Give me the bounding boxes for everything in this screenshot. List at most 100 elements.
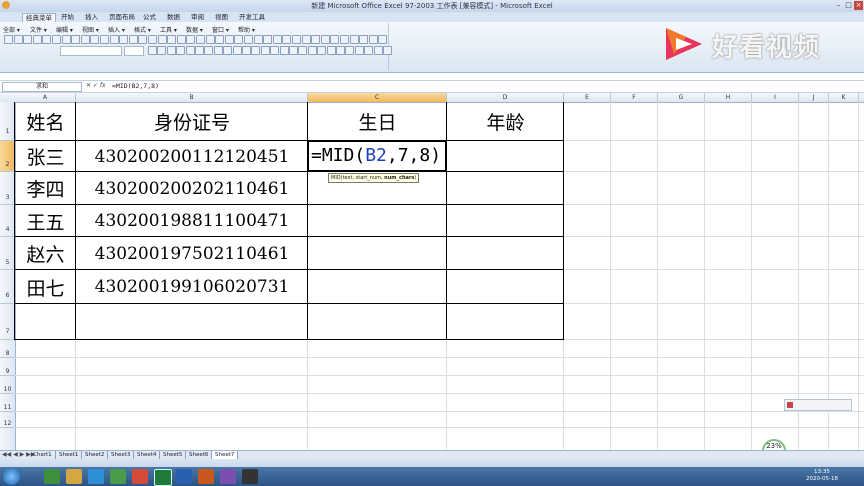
toolbar-button-icon[interactable] [260,46,270,55]
worksheet-grid[interactable]: 姓名 身份证号 生日 年龄 张三 430200200112120451 李四 43020020… [14,102,864,450]
cancel-icon[interactable]: ✕ [86,82,91,89]
taskbar-app3-icon[interactable] [132,469,148,484]
toolbar-button-icon[interactable] [166,46,176,55]
column-header-e[interactable]: E [564,93,611,102]
font-name-select[interactable] [60,46,122,56]
formula-input[interactable]: =MID(B2,7,8) [112,82,159,91]
row-header-1[interactable]: 1 [0,102,15,141]
toolbar-button-icon[interactable] [71,35,81,44]
toolbar-button-icon[interactable] [378,35,388,44]
toolbar-button-icon[interactable] [289,46,298,55]
name-cell[interactable]: 张三 [15,141,76,172]
row-header-2[interactable]: 2 [0,141,15,172]
sheet-tab-sheet3[interactable]: Sheet3 [108,451,135,459]
toolbar-button-icon[interactable] [373,46,383,55]
toolbar-button-icon[interactable] [317,46,327,55]
name-cell[interactable]: 田七 [15,270,76,304]
toolbar-button-icon[interactable] [326,46,336,55]
row-header-4[interactable]: 4 [0,205,15,237]
toolbar-button-icon[interactable] [204,46,214,55]
active-cell-editor[interactable]: =MID(B2,7,8) [307,140,447,172]
toolbar-button-icon[interactable] [195,46,204,55]
enter-icon[interactable]: ✓ [93,82,98,89]
toolbar-button-icon[interactable] [148,35,157,44]
toolbar-button-icon[interactable] [13,35,23,44]
toolbar-button-icon[interactable] [336,46,345,55]
toolbar-button-icon[interactable] [298,46,308,55]
menu-format[interactable]: 格式 ▾ [134,25,151,34]
menu-file[interactable]: 文件 ▾ [30,25,47,34]
taskbar-excel-icon[interactable] [154,469,172,486]
name-cell[interactable]: 王五 [15,205,76,237]
toolbar-button-icon[interactable] [148,46,157,55]
tab-data[interactable]: 数据 [164,13,183,22]
row-header-5[interactable]: 5 [0,237,15,270]
toolbar-button-icon[interactable] [109,35,119,44]
id-number-cell[interactable]: 430200199106020731 [76,270,308,304]
toolbar-button-icon[interactable] [272,35,282,44]
toolbar-button-icon[interactable] [368,35,378,44]
toolbar-button-icon[interactable] [244,35,253,44]
sheet-tab-sheet5[interactable]: Sheet5 [160,451,187,459]
toolbar-button-icon[interactable] [279,46,289,55]
column-header-h[interactable]: H [705,93,752,102]
toolbar-button-icon[interactable] [253,35,263,44]
toolbar-button-icon[interactable] [196,35,205,44]
toolbar-button-icon[interactable] [52,35,61,44]
toolbar-button-icon[interactable] [383,46,392,55]
menu-all[interactable]: 全部 ▾ [3,25,20,34]
tab-view[interactable]: 视图 [212,13,231,22]
sheet-tab-sheet2[interactable]: Sheet2 [82,451,109,459]
floating-mini-toolbar[interactable] [784,399,852,411]
header-cell[interactable]: 身份证号 [76,102,308,141]
toolbar-button-icon[interactable] [205,35,215,44]
menu-data[interactable]: 数据 ▾ [186,25,203,34]
taskbar-app4-icon[interactable] [220,469,236,484]
sheet-tab-sheet1[interactable]: Sheet1 [56,451,83,459]
toolbar-button-icon[interactable] [282,35,292,44]
toolbar-button-icon[interactable] [345,46,355,55]
name-box[interactable]: 求和 [2,82,82,92]
column-header-i[interactable]: I [752,93,799,102]
toolbar-button-icon[interactable] [311,35,321,44]
toolbar-button-icon[interactable] [292,35,301,44]
toolbar-button-icon[interactable] [224,35,234,44]
sheet-tab-sheet4[interactable]: Sheet4 [134,451,161,459]
header-cell[interactable]: 生日 [308,102,447,141]
taskbar-ie-icon[interactable] [88,469,104,484]
sheet-tab-sheet7[interactable]: Sheet7 [212,451,239,459]
toolbar-button-icon[interactable] [215,35,225,44]
row-header-7[interactable]: 7 [0,304,15,340]
close-icon[interactable]: × [854,1,863,10]
maximize-icon[interactable]: □ [844,1,853,10]
toolbar-button-icon[interactable] [213,46,223,55]
name-cell[interactable]: 赵六 [15,237,76,270]
toolbar-button-icon[interactable] [186,35,196,44]
column-header-k[interactable]: K [829,93,859,102]
name-cell[interactable]: 李四 [15,172,76,205]
menu-tools[interactable]: 工具 ▾ [160,25,177,34]
column-header-c[interactable]: C [308,93,447,102]
toolbar-button-icon[interactable] [320,35,330,44]
row-header-6[interactable]: 6 [0,270,15,304]
toolbar-button-icon[interactable] [4,35,13,44]
column-header-j[interactable]: J [799,93,829,102]
toolbar-button-icon[interactable] [251,46,261,55]
column-header-a[interactable]: A [15,93,76,102]
taskbar-app2-icon[interactable] [110,469,126,484]
row-header-10[interactable]: 10 [0,376,15,394]
tab-developer[interactable]: 开发工具 [236,13,268,22]
toolbar-button-icon[interactable] [167,35,177,44]
tab-formulas[interactable]: 公式 [140,13,159,22]
column-header-d[interactable]: D [447,93,564,102]
toolbar-button-icon[interactable] [185,46,195,55]
row-header-12[interactable]: 12 [0,412,15,428]
column-header-l[interactable]: L [859,93,864,102]
column-header-b[interactable]: B [76,93,308,102]
row-header-9[interactable]: 9 [0,358,15,376]
toolbar-button-icon[interactable] [61,35,71,44]
header-cell[interactable]: 姓名 [15,102,76,141]
toolbar-button-icon[interactable] [301,35,311,44]
toolbar-button-icon[interactable] [157,35,167,44]
row-header-8[interactable]: 8 [0,340,15,358]
